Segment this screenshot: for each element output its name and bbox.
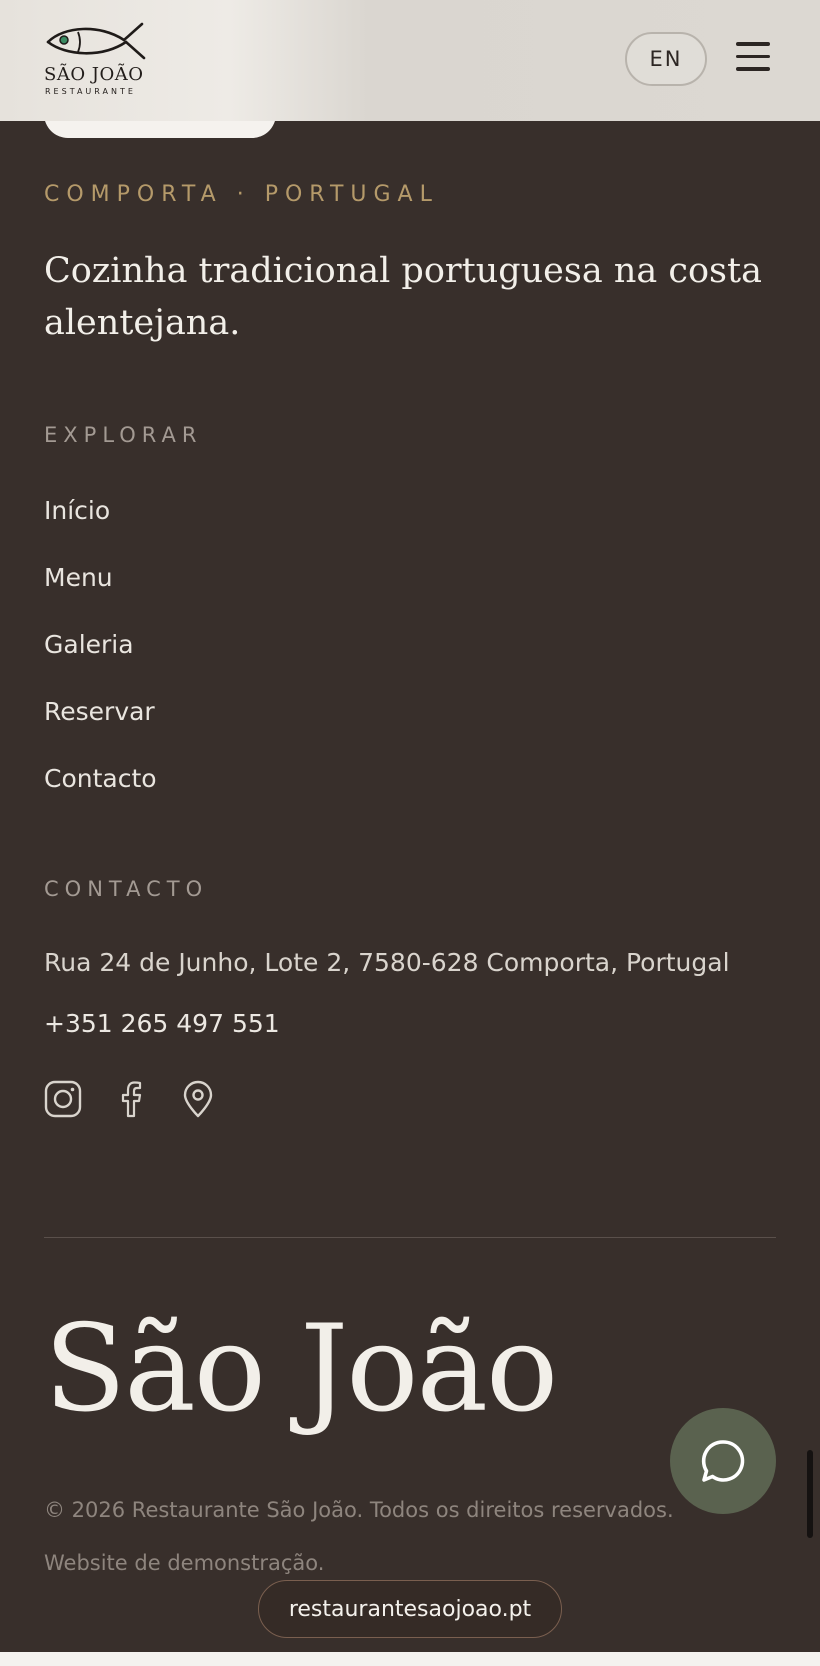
chat-button[interactable]: [670, 1408, 776, 1514]
nav-link-contacto[interactable]: Contacto: [44, 764, 157, 793]
contact-phone-link[interactable]: +351 265 497 551: [44, 1009, 280, 1038]
location-kicker: COMPORTA · PORTUGAL: [44, 182, 439, 207]
map-pin-icon[interactable]: [179, 1080, 217, 1118]
website-url-pill[interactable]: restaurantesaojoao.pt: [258, 1580, 562, 1638]
contact-heading: CONTACTO: [44, 877, 209, 901]
site-header: SÃO JOÃO RESTAURANTE EN: [0, 0, 820, 121]
restaurant-tagline: Cozinha tradicional portuguesa na costa …: [44, 251, 762, 343]
nav-link-reservar[interactable]: Reservar: [44, 697, 155, 726]
page-scrollbar[interactable]: [807, 1450, 813, 1538]
logo-subtitle: RESTAURANTE: [45, 87, 136, 96]
facebook-icon[interactable]: [112, 1080, 150, 1118]
hamburger-icon[interactable]: [734, 42, 774, 76]
contact-address: Rua 24 de Junho, Lote 2, 7580-628 Compor…: [44, 948, 730, 977]
instagram-icon[interactable]: [44, 1080, 82, 1118]
logo-wordmark: SÃO JOÃO: [44, 64, 144, 85]
explore-heading: EXPLORAR: [44, 423, 203, 447]
nav-link-menu[interactable]: Menu: [44, 563, 113, 592]
fish-logo-icon: [46, 22, 146, 60]
chat-bubble-icon: [701, 1440, 745, 1482]
nav-link-galeria[interactable]: Galeria: [44, 630, 134, 659]
bottom-edge: [0, 1652, 820, 1666]
language-toggle-button[interactable]: EN: [625, 32, 707, 86]
demo-note: Website de demonstração.: [44, 1551, 325, 1575]
restaurant-logo[interactable]: SÃO JOÃO RESTAURANTE: [44, 20, 148, 98]
copyright-text: © 2026 Restaurante São João. Todos os di…: [44, 1498, 674, 1522]
nav-link-inicio[interactable]: Início: [44, 496, 110, 525]
footer-divider: [44, 1237, 776, 1238]
footer-brand-name: São João: [44, 1300, 558, 1439]
